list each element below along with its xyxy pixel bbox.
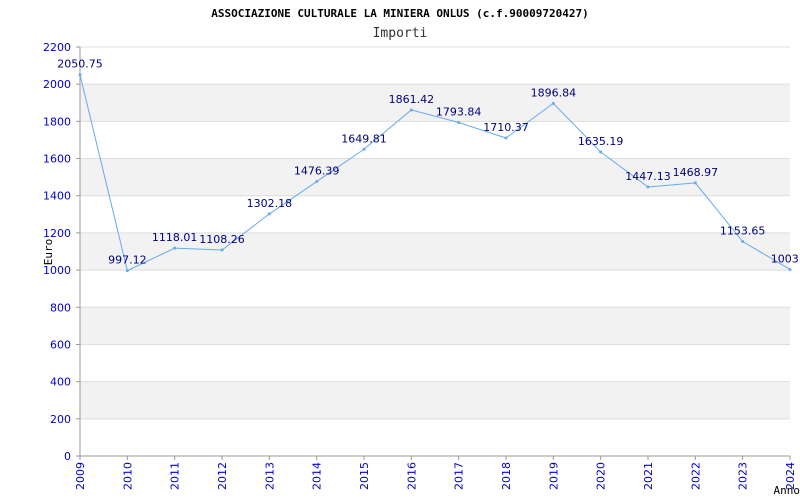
data-point: [78, 73, 82, 77]
data-point: [315, 180, 319, 184]
x-tick-label: 2015: [358, 462, 371, 490]
data-label: 1108.26: [199, 233, 245, 246]
chart-subtitle: Importi: [373, 26, 428, 41]
data-point: [693, 181, 697, 185]
data-point: [551, 101, 555, 105]
y-tick-label: 1400: [43, 190, 71, 203]
data-point: [788, 267, 792, 271]
y-tick-label: 2200: [43, 41, 71, 54]
y-tick-label: 600: [50, 338, 71, 351]
x-tick-label: 2022: [689, 462, 702, 490]
data-point: [741, 240, 745, 244]
data-label: 1476.39: [294, 165, 340, 178]
y-axis-label: Euro: [42, 239, 55, 266]
y-tick-label: 0: [64, 450, 71, 463]
x-tick-label: 2017: [453, 462, 466, 490]
y-tick-label: 1800: [43, 115, 71, 128]
grid-band: [80, 307, 790, 345]
y-tick-label: 2000: [43, 78, 71, 91]
data-label: 1896.84: [531, 86, 577, 99]
data-label: 1710.37: [483, 121, 529, 134]
x-axis-label: Anno: [774, 484, 800, 497]
data-point: [362, 147, 366, 151]
grid-band: [80, 381, 790, 419]
data-point: [504, 136, 508, 140]
data-label: 1118.01: [152, 231, 198, 244]
x-tick-label: 2012: [216, 462, 229, 490]
data-label: 1793.84: [436, 106, 482, 119]
data-label: 1447.13: [625, 170, 671, 183]
data-point: [267, 212, 271, 216]
x-tick-label: 2016: [405, 462, 418, 490]
data-point: [457, 121, 461, 125]
y-tick-label: 800: [50, 301, 71, 314]
y-tick-label: 400: [50, 376, 71, 389]
y-tick-label: 1200: [43, 227, 71, 240]
data-point: [599, 150, 603, 154]
data-label: 1649.81: [341, 132, 387, 145]
y-tick-label: 200: [50, 413, 71, 426]
x-tick-label: 2021: [642, 462, 655, 490]
x-tick-label: 2020: [595, 462, 608, 490]
x-tick-label: 2009: [74, 462, 87, 490]
x-tick-label: 2014: [311, 462, 324, 490]
data-label: 997.12: [108, 254, 147, 267]
importi-line-chart: 0200400600800100012001400160018002000220…: [42, 7, 800, 497]
x-tick-label: 2018: [500, 462, 513, 490]
y-tick-label: 1600: [43, 153, 71, 166]
x-tick-label: 2023: [737, 462, 750, 490]
data-label: 2050.75: [57, 58, 103, 71]
data-label: 1003.5: [771, 252, 800, 265]
x-tick-label: 2013: [263, 462, 276, 490]
data-label: 1635.19: [578, 135, 624, 148]
data-label: 1468.97: [673, 166, 719, 179]
background-bands: [80, 84, 790, 419]
data-label: 1153.65: [720, 225, 766, 238]
x-tick-label: 2019: [547, 462, 560, 490]
data-label: 1861.42: [389, 93, 435, 106]
x-tick-label: 2011: [169, 462, 182, 490]
data-point: [220, 248, 224, 252]
data-label: 1302.18: [247, 197, 293, 210]
chart-title: ASSOCIAZIONE CULTURALE LA MINIERA ONLUS …: [211, 7, 589, 20]
data-point: [125, 269, 129, 273]
data-point: [173, 246, 177, 250]
x-tick-label: 2010: [121, 462, 134, 490]
data-point: [646, 185, 650, 189]
data-point: [409, 108, 413, 112]
